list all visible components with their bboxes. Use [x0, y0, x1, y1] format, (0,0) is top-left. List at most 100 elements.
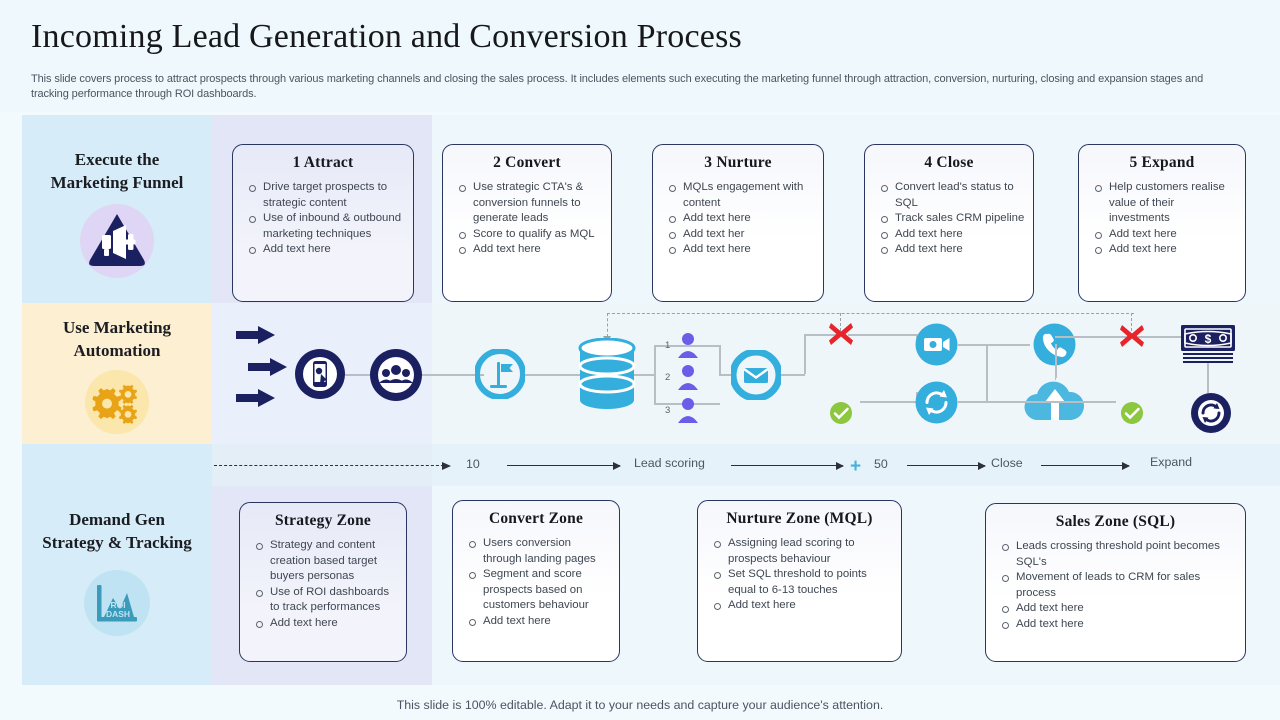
svg-text:DASH: DASH	[106, 609, 130, 619]
lead-scoring-label: Lead scoring	[634, 456, 705, 470]
list-item: Add text here	[879, 242, 1025, 258]
expand-stage-label: Expand	[1150, 455, 1193, 469]
sidebar-item-marketing-automation: Use Marketing Automation	[22, 316, 212, 362]
list-item: Add text here	[467, 614, 611, 630]
slide-header: Incoming Lead Generation and Conversion …	[0, 0, 1280, 112]
list-item: Strategy and content creation based targ…	[254, 538, 398, 585]
connector-line	[958, 344, 1030, 346]
connector-line	[520, 374, 582, 376]
sidebar-item-demand-gen: Demand Gen Strategy & Tracking	[22, 508, 212, 554]
stage-card-close[interactable]: 4 Close Convert lead's status to SQL Tra…	[864, 144, 1034, 302]
lead-number-label: 3	[665, 405, 671, 416]
lead-person-icon	[677, 364, 699, 395]
list-item: Help customers realise value of their in…	[1093, 180, 1237, 227]
zone-card-title: Convert Zone	[488, 510, 584, 527]
connector-line	[848, 334, 918, 336]
list-item: Add text here	[712, 598, 893, 614]
email-envelope-icon	[729, 348, 783, 405]
list-item: Use of inbound & outbound marketing tech…	[247, 211, 405, 242]
timeline-arrow	[1041, 461, 1130, 470]
footer-note: This slide is 100% editable. Adapt it to…	[396, 698, 884, 712]
stage-card-bullets: MQLs engagement with content Add text he…	[653, 180, 823, 258]
zone-card-convert[interactable]: Convert Zone Users conversion through la…	[452, 500, 620, 662]
list-item: Set SQL threshold to points equal to 6-1…	[712, 567, 893, 598]
list-item: Add text her	[667, 227, 815, 243]
zone-card-nurture-mql[interactable]: Nurture Zone (MQL) Assigning lead scorin…	[697, 500, 902, 662]
plus-icon: +	[850, 456, 862, 477]
lead-number-label: 1	[665, 340, 671, 351]
list-item: Add text here	[1093, 242, 1237, 258]
zone-card-sales-sql[interactable]: Sales Zone (SQL) Leads crossing threshol…	[985, 503, 1246, 662]
stage-card-title: 3 Nurture	[704, 154, 772, 171]
sidebar-item-label-line2: Automation	[73, 341, 161, 360]
list-item: Add text here	[1000, 601, 1237, 617]
zone-card-strategy[interactable]: Strategy Zone Strategy and content creat…	[239, 502, 407, 662]
red-x-icon	[827, 320, 855, 353]
list-item: Drive target prospects to strategic cont…	[247, 180, 405, 211]
list-item: Track sales CRM pipeline	[879, 211, 1025, 227]
red-x-icon	[1118, 322, 1146, 355]
stage-card-convert[interactable]: 2 Convert Use strategic CTA's & conversi…	[442, 144, 612, 302]
landing-page-flag-icon	[474, 348, 526, 404]
list-item: Add text here	[247, 242, 405, 258]
page-title: Incoming Lead Generation and Conversion …	[31, 18, 742, 55]
inbound-arrows-icon	[236, 388, 276, 413]
list-item: MQLs engagement with content	[667, 180, 815, 211]
page-subtitle: This slide covers process to attract pro…	[31, 73, 1204, 100]
zone-card-bullets: Leads crossing threshold point becomes S…	[986, 539, 1245, 633]
list-item: Users conversion through landing pages	[467, 536, 611, 567]
list-item: Add text here	[879, 227, 1025, 243]
close-stage-label: Close	[991, 456, 1023, 470]
gears-icon	[22, 368, 212, 436]
list-item: Add text here	[1000, 617, 1237, 633]
lead-number-label: 2	[665, 372, 671, 383]
timeline-arrow	[731, 461, 844, 470]
connector-line	[804, 334, 806, 374]
recycle-loop-icon	[1190, 392, 1232, 439]
list-item: Use of ROI dashboards to track performan…	[254, 585, 398, 616]
stage-card-attract[interactable]: 1 Attract Drive target prospects to stra…	[232, 144, 414, 302]
zone-card-bullets: Strategy and content creation based targ…	[240, 538, 406, 632]
zone-card-title: Nurture Zone (MQL)	[726, 510, 873, 527]
list-item: Add text here	[1093, 227, 1237, 243]
lead-person-icon	[677, 397, 699, 428]
list-item: Use strategic CTA's & conversion funnels…	[457, 180, 603, 227]
database-icon	[578, 337, 636, 415]
list-item: Assigning lead scoring to prospects beha…	[712, 536, 893, 567]
connector-line	[1055, 344, 1057, 378]
lead-score-10-label: 10	[466, 457, 480, 471]
lead-person-icon	[677, 332, 699, 363]
audience-group-icon	[369, 348, 423, 407]
stage-card-nurture[interactable]: 3 Nurture MQLs engagement with content A…	[652, 144, 824, 302]
list-item: Segment and score prospects based on cus…	[467, 567, 611, 614]
connector-line	[986, 344, 988, 402]
sidebar-item-label-line2: Strategy & Tracking	[42, 533, 192, 552]
sidebar-item-label-line1: Use Marketing	[62, 318, 172, 337]
sidebar-cell-3-bg	[22, 444, 212, 685]
mobile-touch-icon	[294, 348, 346, 405]
stage-card-title: 5 Expand	[1129, 154, 1195, 171]
timeline-arrow	[507, 461, 621, 470]
timeline-arrow	[907, 461, 986, 470]
stage-card-title: 2 Convert	[493, 154, 561, 171]
stage-card-expand[interactable]: 5 Expand Help customers realise value of…	[1078, 144, 1246, 302]
connector-line	[654, 345, 656, 403]
video-camera-icon	[914, 322, 959, 372]
money-cash-icon: $	[1180, 324, 1236, 369]
zone-card-title: Strategy Zone	[274, 512, 372, 529]
zone-card-bullets: Users conversion through landing pages S…	[453, 536, 619, 630]
sidebar-item-label-line1: Demand Gen	[69, 510, 165, 529]
megaphone-icon	[22, 202, 212, 280]
connector-line	[958, 401, 988, 403]
connector-line	[719, 345, 721, 375]
refresh-cycle-icon	[914, 380, 959, 430]
inbound-arrows-icon	[236, 325, 276, 350]
green-check-icon	[1120, 401, 1144, 430]
roi-dashboard-chart-icon: ROI DASH	[22, 568, 212, 638]
slide-root: Incoming Lead Generation and Conversion …	[0, 0, 1280, 720]
lead-score-50-label: 50	[874, 457, 888, 471]
sidebar-item-label-line2: Marketing Funnel	[50, 173, 184, 192]
stage-card-title: 1 Attract	[292, 154, 354, 171]
connector-line	[781, 374, 805, 376]
list-item: Add text here	[457, 242, 603, 258]
